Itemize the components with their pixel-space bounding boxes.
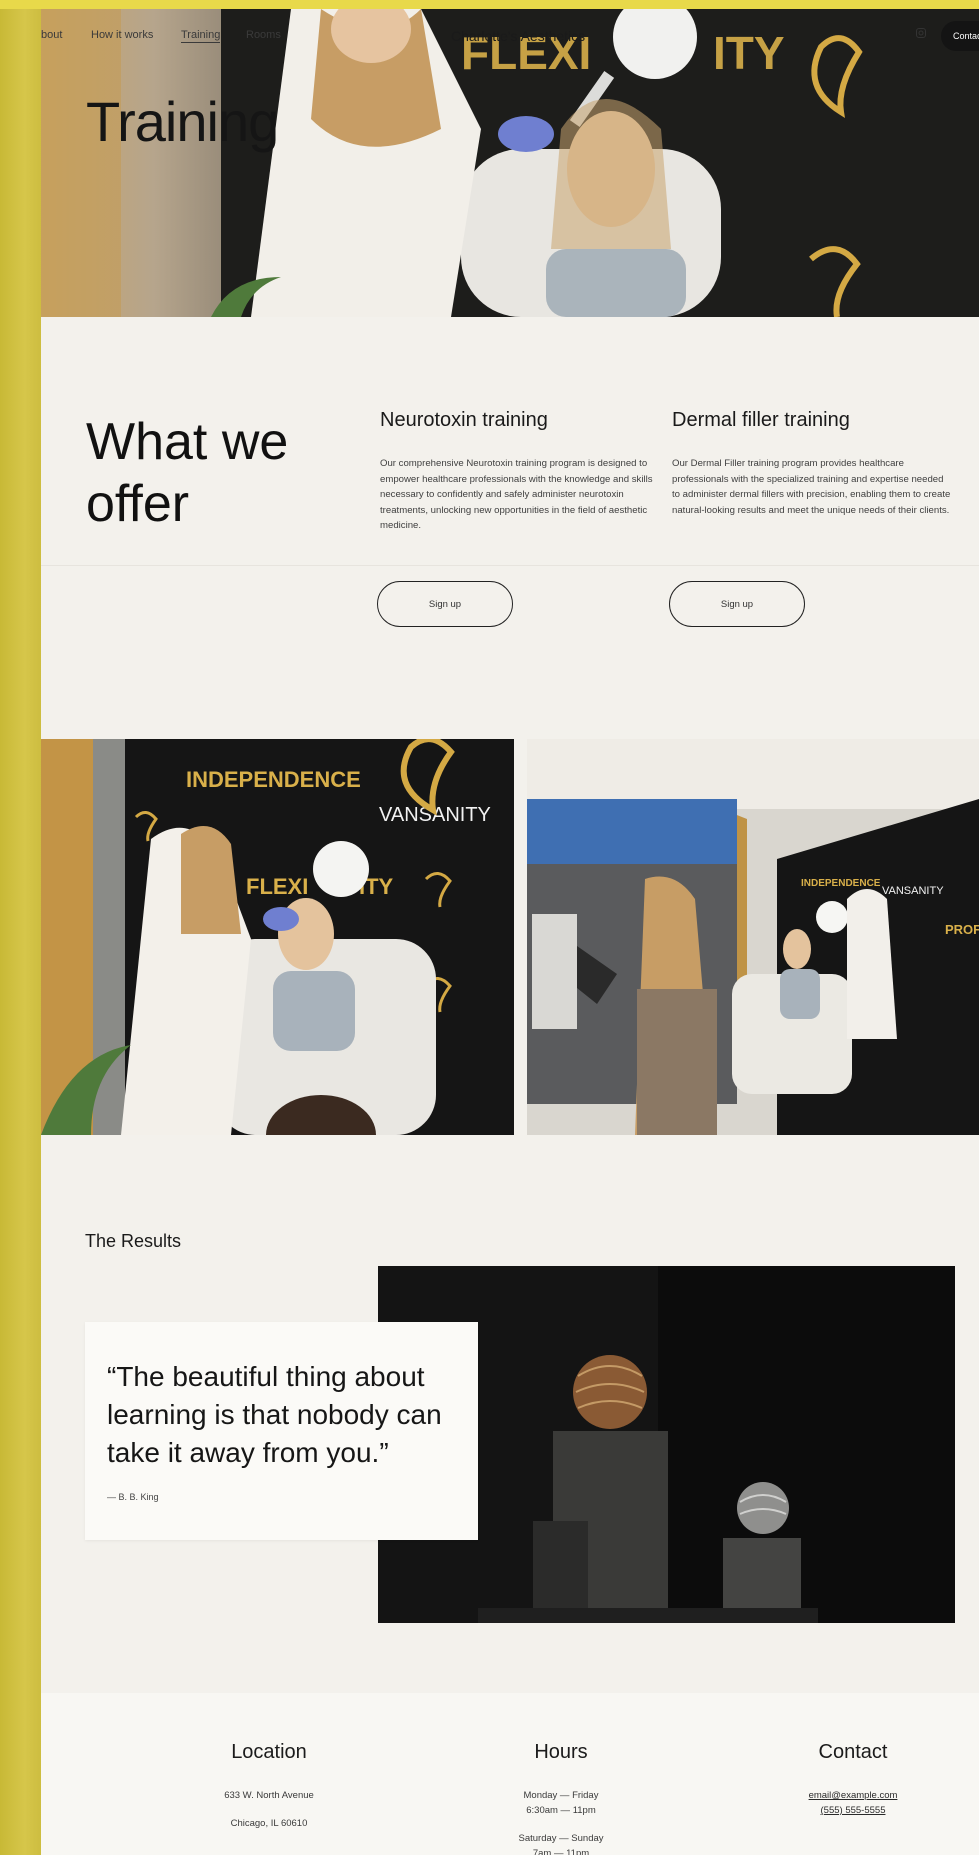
footer-location: Location 633 W. North Avenue Chicago, IL…: [144, 1741, 394, 1831]
backdrop-word-vansanity-2: VANSANITY: [882, 885, 944, 897]
brand-name[interactable]: Charlotte's Aesthetics: [451, 28, 585, 44]
quote-author: — B. B. King: [107, 1492, 159, 1502]
page-title: Training: [86, 90, 279, 153]
footer-weekend-time: 7am — 11pm: [532, 1848, 590, 1855]
offer-heading-line1: What we: [86, 413, 289, 471]
offer-heading-line2: offer: [86, 475, 190, 533]
training-photo-right-image: INDEPENDENCE VANSANITY PROF: [527, 739, 979, 1135]
footer-location-title: Location: [231, 1741, 307, 1763]
backdrop-word-prof: PROF: [945, 922, 979, 937]
nav-item-rooms[interactable]: Rooms: [246, 29, 281, 41]
footer-contact: Contact email@example.com (555) 555-5555: [728, 1741, 978, 1818]
offer-neurotoxin-description: Our comprehensive Neurotoxin training pr…: [380, 458, 653, 531]
offer-dermal-filler: Dermal filler training Our Dermal Filler…: [672, 409, 952, 518]
nav-item-how-it-works[interactable]: How it works: [91, 29, 153, 41]
footer-hours-title: Hours: [534, 1741, 588, 1763]
backdrop-word-flexi: FLEXI: [246, 874, 308, 899]
hero: FLEXI ITY bout How it works Training Roo…: [41, 9, 979, 317]
footer-address-line2: Chicago, IL 60610: [230, 1818, 308, 1829]
footer-contact-title: Contact: [818, 1741, 888, 1763]
accent-frame-left: [0, 0, 41, 1855]
footer-phone-link[interactable]: (555) 555-5555: [821, 1805, 886, 1816]
hero-photo: FLEXI ITY: [41, 9, 979, 317]
signup-dermal-filler-button[interactable]: Sign up: [669, 581, 805, 627]
offer-dermal-filler-title: Dermal filler training: [672, 409, 850, 431]
training-photo-left: INDEPENDENCE VANSANITY FLEXI ITY: [41, 739, 514, 1135]
instagram-icon[interactable]: [916, 28, 926, 38]
offer-dermal-filler-description: Our Dermal Filler training program provi…: [672, 458, 951, 516]
results-heading: The Results: [85, 1231, 182, 1251]
accent-frame-top: [0, 0, 979, 9]
quote-text: “The beautiful thing about learning is t…: [107, 1361, 442, 1468]
top-nav: bout How it works Training Rooms Charlot…: [41, 21, 979, 51]
signup-neurotoxin-button[interactable]: Sign up: [377, 581, 513, 627]
offer-neurotoxin-title: Neurotoxin training: [380, 409, 548, 431]
contact-button[interactable]: Contac: [941, 21, 979, 51]
footer-email-link[interactable]: email@example.com: [809, 1790, 898, 1801]
quote-card: “The beautiful thing about learning is t…: [85, 1322, 478, 1540]
footer-weekend-label: Saturday — Sunday: [518, 1833, 604, 1844]
nav-item-about[interactable]: bout: [41, 29, 62, 41]
backdrop-word-independence-2: INDEPENDENCE: [801, 878, 881, 889]
offer-neurotoxin: Neurotoxin training Our comprehensive Ne…: [380, 409, 660, 534]
offer-heading: What we offer: [86, 411, 288, 535]
footer-hours: Hours Monday — Friday 6:30am — 11pm Satu…: [436, 1741, 686, 1855]
page: FLEXI ITY bout How it works Training Roo…: [41, 9, 979, 1855]
footer-weekday-label: Monday — Friday: [523, 1790, 599, 1801]
footer-address-line1: 633 W. North Avenue: [224, 1790, 314, 1801]
divider: [41, 565, 979, 566]
training-photo-left-image: INDEPENDENCE VANSANITY FLEXI ITY: [41, 739, 514, 1135]
footer: Location 633 W. North Avenue Chicago, IL…: [41, 1693, 979, 1855]
backdrop-word-independence: INDEPENDENCE: [186, 767, 361, 792]
training-photo-right: INDEPENDENCE VANSANITY PROF: [527, 739, 979, 1135]
nav-item-training[interactable]: Training: [181, 29, 221, 43]
footer-weekday-time: 6:30am — 11pm: [526, 1805, 596, 1816]
